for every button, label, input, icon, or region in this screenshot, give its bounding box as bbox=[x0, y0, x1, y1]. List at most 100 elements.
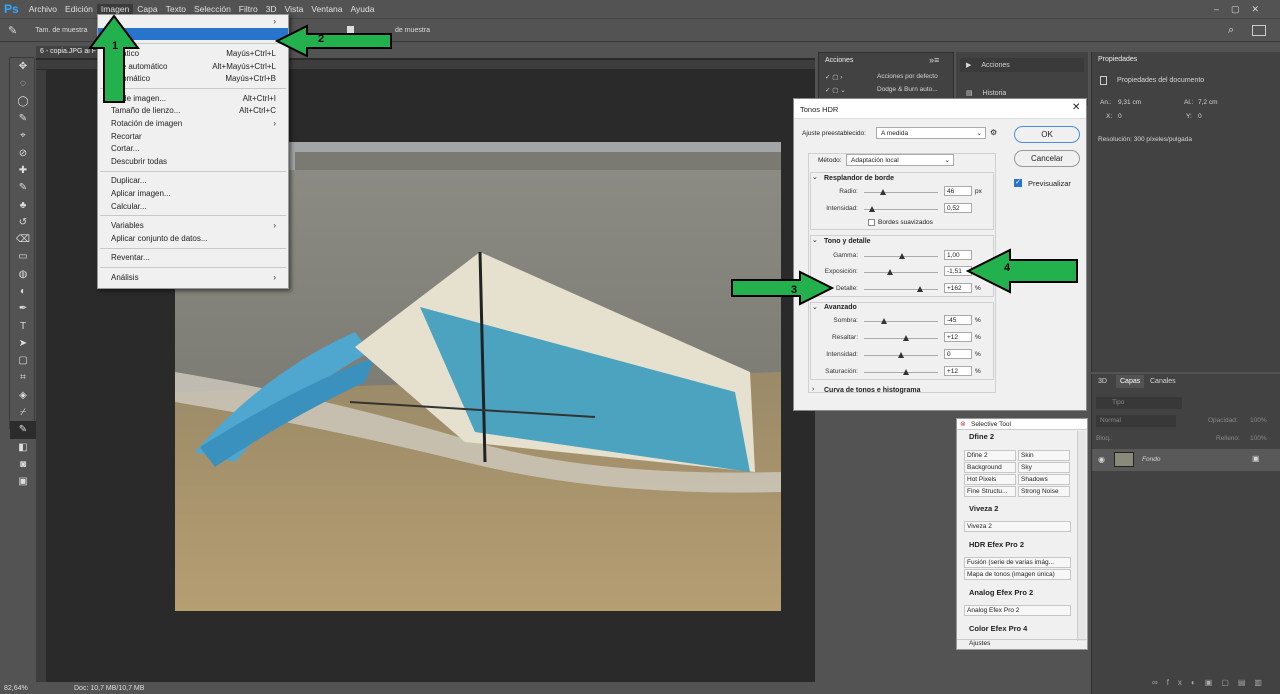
gradient-tool-icon[interactable]: ▭ bbox=[10, 248, 36, 265]
radius-field[interactable]: 46 bbox=[944, 186, 972, 196]
detail-slider[interactable] bbox=[864, 289, 938, 290]
viveza-heading[interactable]: Viveza 2 bbox=[969, 504, 998, 513]
menu-3d[interactable]: 3D bbox=[262, 4, 281, 14]
history-brush-tool-icon[interactable]: ↺ bbox=[10, 214, 36, 231]
dfine-option-button[interactable]: Background bbox=[964, 462, 1016, 473]
menu-imagen[interactable]: Imagen bbox=[96, 4, 134, 14]
menu-seleccion[interactable]: Selección bbox=[190, 4, 235, 14]
layer-row[interactable]: ◉ Fondo ▣ bbox=[1092, 449, 1280, 471]
image-menu-item[interactable]: Aplicar conjunto de datos... bbox=[98, 232, 288, 245]
saturation-slider[interactable] bbox=[864, 372, 938, 373]
exposure-thumb[interactable] bbox=[887, 269, 893, 275]
paint-bucket-tool-icon[interactable]: ◈ bbox=[10, 387, 36, 404]
exposure-slider[interactable] bbox=[864, 272, 938, 273]
chevron-down-icon[interactable]: ⌄ bbox=[812, 173, 818, 181]
height-value[interactable]: 7,2 cm bbox=[1198, 99, 1218, 106]
crop-tool-icon[interactable]: ⌗ bbox=[10, 369, 36, 386]
color-efex-heading[interactable]: Color Efex Pro 4 bbox=[969, 624, 1027, 633]
tab-3d[interactable]: 3D bbox=[1098, 378, 1107, 385]
image-menu-item[interactable]: Rotación de imagen › bbox=[98, 117, 288, 130]
layer-search[interactable]: Tipo bbox=[1096, 397, 1182, 409]
image-menu-item[interactable]: Reventar... bbox=[98, 252, 288, 265]
dfine-option-button[interactable]: Skin bbox=[1018, 450, 1070, 461]
highlight-thumb[interactable] bbox=[903, 335, 909, 341]
fill-value[interactable]: 100% bbox=[1250, 435, 1267, 442]
workspace-icon[interactable] bbox=[1252, 24, 1266, 36]
menu-ventana[interactable]: Ventana bbox=[307, 4, 346, 14]
image-menu-item[interactable]: Recortar bbox=[98, 130, 288, 143]
shadow-slider[interactable] bbox=[864, 321, 938, 322]
ruler-tool-icon[interactable]: ⌿ bbox=[10, 404, 36, 421]
smooth-edges-checkbox[interactable] bbox=[868, 219, 875, 226]
menu-filtro[interactable]: Filtro bbox=[235, 4, 262, 14]
opacity-value[interactable]: 100% bbox=[1250, 417, 1267, 424]
y-value[interactable]: 0 bbox=[1198, 113, 1202, 120]
image-menu-item[interactable]: Descubrir todas bbox=[98, 155, 288, 168]
hdr-fusion-button[interactable]: Fusión (serie de varias imág... bbox=[964, 557, 1071, 568]
image-menu-item[interactable]: Variables › bbox=[98, 219, 288, 232]
menu-edicion[interactable]: Edición bbox=[61, 4, 97, 14]
eyedropper-2-tool-icon[interactable]: ⊘ bbox=[10, 144, 36, 161]
chevron-right-icon[interactable]: › bbox=[812, 386, 814, 393]
eraser-tool-icon[interactable]: ⌫ bbox=[10, 231, 36, 248]
radius-slider[interactable] bbox=[864, 192, 938, 193]
radius-thumb[interactable] bbox=[880, 189, 886, 195]
width-value[interactable]: 9,31 cm bbox=[1118, 99, 1141, 106]
image-menu-item[interactable]: Tamaño de lienzo... Alt+Ctrl+C bbox=[98, 105, 288, 118]
actions-tab[interactable]: Acciones bbox=[825, 57, 853, 64]
menu-texto[interactable]: Texto bbox=[162, 4, 190, 14]
viveza-button[interactable]: Viveza 2 bbox=[964, 521, 1071, 532]
zoom-level[interactable]: 82,64% bbox=[0, 685, 28, 692]
quick-select-tool-icon[interactable]: ✎ bbox=[10, 110, 36, 127]
saturation-field[interactable]: +12 bbox=[944, 366, 972, 376]
preset-select[interactable]: A medida ⌄ bbox=[876, 127, 986, 139]
x-value[interactable]: 0 bbox=[1118, 113, 1122, 120]
eyedropper-icon[interactable]: ✎ bbox=[0, 24, 25, 37]
saturation-thumb[interactable] bbox=[903, 369, 909, 375]
vibrance-thumb[interactable] bbox=[898, 352, 904, 358]
shadow-field[interactable]: -45 bbox=[944, 315, 972, 325]
hdr-efex-heading[interactable]: HDR Efex Pro 2 bbox=[969, 540, 1024, 549]
actions-panel-button[interactable]: ▶ Acciones bbox=[960, 58, 1084, 72]
action-row-defaults[interactable]: ✓ ▢ › Acciones por defecto bbox=[825, 73, 951, 85]
eye-icon[interactable]: ◉ bbox=[1098, 455, 1105, 464]
marquee-tool-icon[interactable]: ◌ bbox=[10, 75, 36, 92]
chevron-down-icon[interactable]: ⌄ bbox=[812, 236, 818, 244]
shape-tool-icon[interactable]: ▢ bbox=[10, 352, 36, 369]
menu-archivo[interactable]: Archivo bbox=[25, 4, 61, 14]
preview-checkbox[interactable]: ✓ bbox=[1014, 179, 1022, 187]
foreground-color-swatch[interactable]: ◧ bbox=[10, 439, 36, 456]
strength-thumb[interactable] bbox=[869, 206, 875, 212]
blur-tool-icon[interactable]: ◍ bbox=[10, 266, 36, 283]
method-select[interactable]: Adaptación local ⌄ bbox=[846, 154, 954, 166]
image-menu-item[interactable]: Calcular... bbox=[98, 200, 288, 213]
menu-ayuda[interactable]: Ayuda bbox=[347, 4, 379, 14]
preset-gear-icon[interactable]: ⚙ bbox=[990, 128, 997, 137]
dfine-option-button[interactable]: Shadows bbox=[1018, 474, 1070, 485]
image-menu-item[interactable]: Cortar... bbox=[98, 142, 288, 155]
healing-tool-icon[interactable]: ✚ bbox=[10, 162, 36, 179]
search-icon[interactable]: ⌕ bbox=[1228, 24, 1234, 37]
close-icon[interactable]: ✕ bbox=[1072, 102, 1080, 113]
type-tool-icon[interactable]: T bbox=[10, 317, 36, 334]
image-menu-item[interactable]: Aplicar imagen... bbox=[98, 187, 288, 200]
curve-title[interactable]: Curva de tonos e histograma bbox=[824, 387, 920, 394]
menu-vista[interactable]: Vista bbox=[281, 4, 308, 14]
dfine-option-button[interactable]: Hot Pixels bbox=[964, 474, 1016, 485]
vibrance-field[interactable]: 0 bbox=[944, 349, 972, 359]
shadow-thumb[interactable] bbox=[881, 318, 887, 324]
analog-efex-button[interactable]: Analog Efex Pro 2 bbox=[964, 605, 1071, 616]
screen-mode-icon[interactable]: ▣ bbox=[10, 473, 36, 490]
hdr-tonemap-button[interactable]: Mapa de tonos (imagen única) bbox=[964, 569, 1071, 580]
eyedropper-tool-icon[interactable]: ✎ bbox=[10, 421, 36, 439]
dfine-option-button[interactable]: Dfine 2 bbox=[964, 450, 1016, 461]
detail-thumb[interactable] bbox=[917, 286, 923, 292]
brush-tool-icon[interactable]: ✎ bbox=[10, 179, 36, 196]
dodge-tool-icon[interactable]: ◐ bbox=[10, 283, 36, 300]
analog-efex-heading[interactable]: Analog Efex Pro 2 bbox=[969, 588, 1033, 597]
tab-layers[interactable]: Capas bbox=[1116, 375, 1145, 388]
gamma-thumb[interactable] bbox=[899, 253, 905, 259]
close-icon[interactable]: ⊗ bbox=[960, 420, 966, 428]
panel-menu-icon[interactable]: »≡ bbox=[929, 55, 939, 65]
sample-size-label[interactable]: Tam. de muestra bbox=[35, 27, 87, 34]
